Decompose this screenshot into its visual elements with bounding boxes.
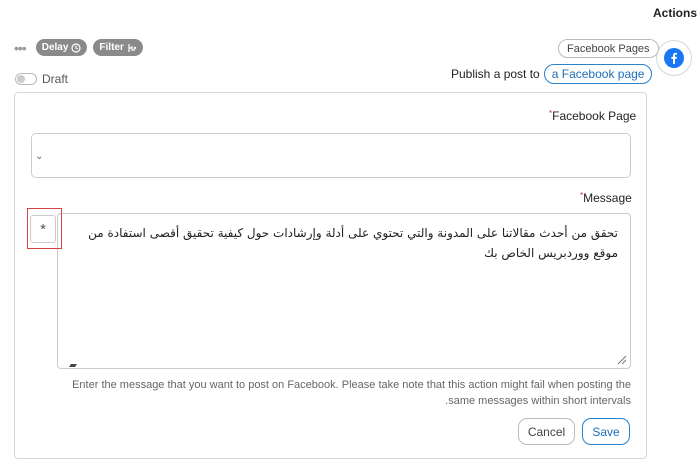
actions-title: Actions bbox=[653, 6, 698, 20]
filter-label: Filter bbox=[99, 42, 124, 53]
message-textarea[interactable]: تحقق من أحدث مقالاتنا على المدونة والتي … bbox=[57, 213, 631, 369]
cancel-button[interactable]: Cancel bbox=[518, 418, 575, 445]
facebook-page-select[interactable]: ⌄ bbox=[31, 133, 631, 178]
message-label-text: Message bbox=[583, 191, 632, 205]
message-label: Message* bbox=[580, 191, 632, 205]
message-text: تحقق من أحدث مقالاتنا على المدونة والتي … bbox=[88, 226, 618, 260]
draft-label: Draft bbox=[42, 72, 69, 86]
resize-mark bbox=[69, 364, 77, 367]
facebook-page-label: Facebook Page* bbox=[549, 109, 636, 123]
draft-toggle-row: Draft bbox=[15, 72, 68, 86]
draft-toggle[interactable] bbox=[15, 73, 37, 85]
filter-button[interactable]: Filter bbox=[93, 39, 143, 56]
facebook-action-button[interactable] bbox=[656, 40, 692, 76]
filter-branch-icon bbox=[128, 43, 137, 52]
facebook-page-label-text: Facebook Page bbox=[552, 109, 637, 123]
message-help-text: Enter the message that you want to post … bbox=[72, 379, 631, 407]
app-pill: Facebook Pages bbox=[558, 39, 659, 58]
resize-handle-icon[interactable] bbox=[617, 355, 627, 365]
action-summary: Publish a post to a Facebook page bbox=[451, 64, 653, 84]
facebook-page-link[interactable]: a Facebook page bbox=[543, 64, 653, 84]
clock-icon bbox=[71, 42, 82, 53]
delay-label: Delay bbox=[41, 42, 69, 53]
save-button[interactable]: Save bbox=[582, 418, 630, 445]
publish-prefix: Publish a post to bbox=[451, 67, 540, 81]
highlight-box bbox=[27, 208, 62, 249]
delay-button[interactable]: Delay bbox=[35, 39, 88, 56]
facebook-icon bbox=[664, 48, 684, 68]
more-dots-icon[interactable]: ••• bbox=[14, 41, 27, 55]
chevron-down-icon: ⌄ bbox=[35, 151, 44, 162]
step-toolbar: ••• Delay Filter bbox=[14, 39, 143, 56]
